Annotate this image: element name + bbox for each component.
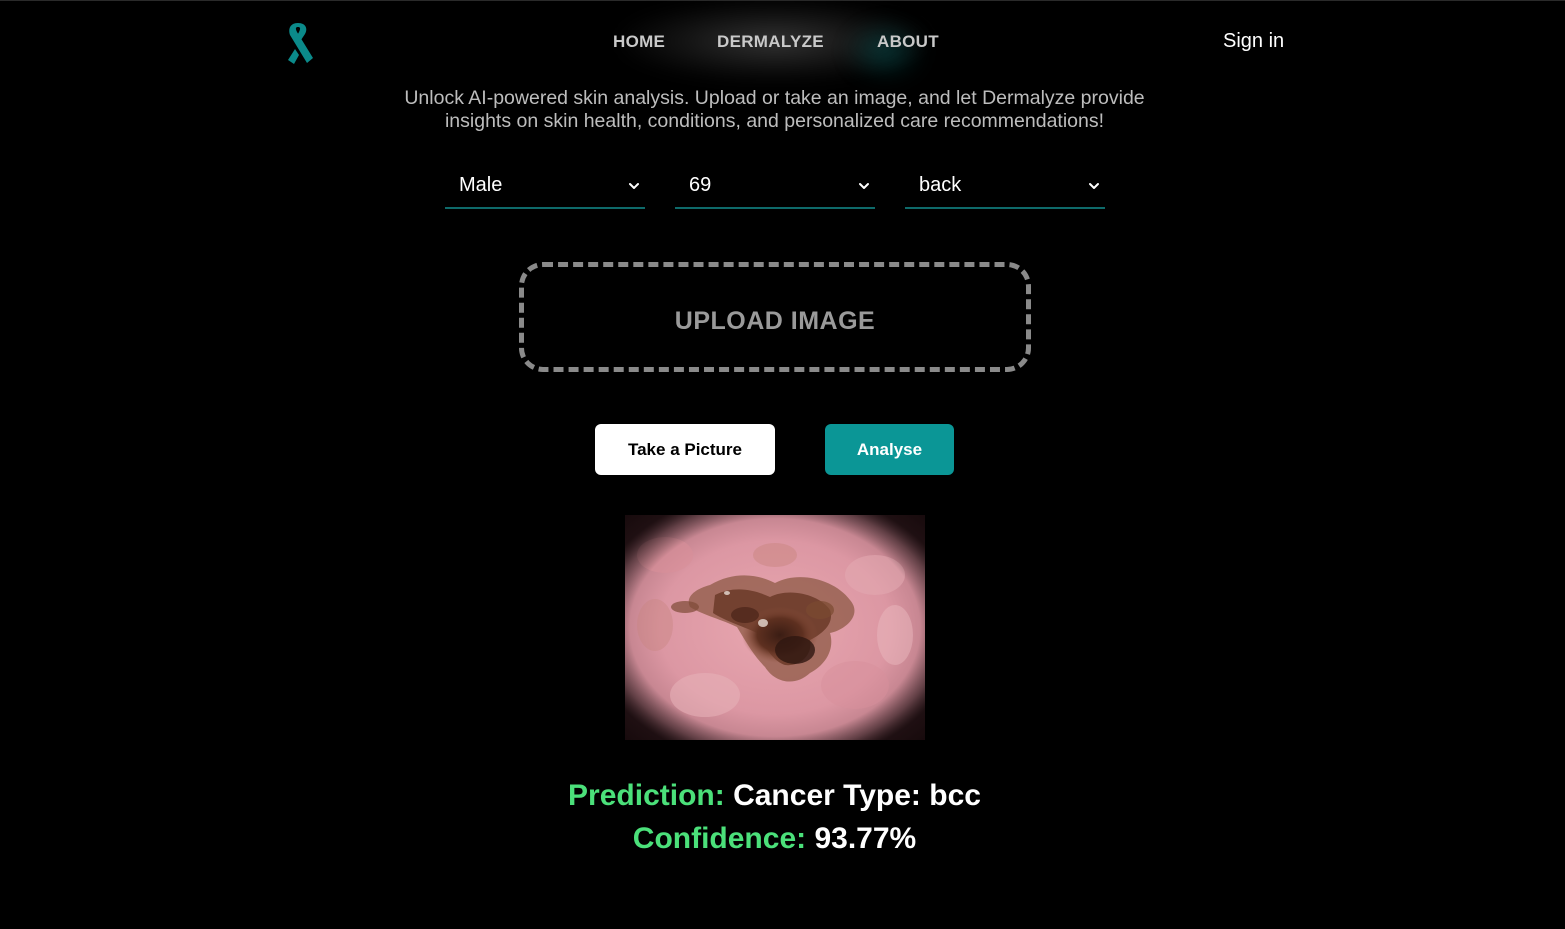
gender-select-value: Male: [459, 174, 503, 196]
lesion-image: [625, 515, 925, 740]
confidence-key: Confidence:: [632, 822, 807, 855]
intro-line-2: insights on skin health, conditions, and…: [444, 110, 1105, 132]
upload-image-label: UPLOAD IMAGE: [674, 307, 876, 335]
chevron-down-icon: [859, 183, 869, 189]
chevron-down-icon: [629, 183, 639, 189]
upload-image-dropzone[interactable]: UPLOAD IMAGE: [519, 262, 1031, 372]
awareness-ribbon-icon[interactable]: [280, 17, 316, 67]
prediction-result: Prediction: Cancer Type: bcc: [0, 779, 1549, 813]
take-picture-button[interactable]: Take a Picture: [595, 424, 775, 475]
prediction-key: Prediction:: [568, 779, 725, 812]
dermalyze-page: HOME DERMALYZE ABOUT Sign in Unlock AI-p…: [0, 0, 1565, 929]
prediction-value: Cancer Type: bcc: [733, 779, 981, 812]
nav-dermalyze[interactable]: DERMALYZE: [717, 32, 824, 52]
sign-in-link[interactable]: Sign in: [1223, 30, 1284, 53]
intro-text: Unlock AI-powered skin analysis. Upload …: [0, 87, 1549, 133]
main-nav: HOME DERMALYZE ABOUT: [590, 1, 960, 81]
location-select-value: back: [919, 174, 962, 196]
nav-home[interactable]: HOME: [613, 32, 665, 52]
age-select-value: 69: [689, 174, 712, 196]
analyse-button[interactable]: Analyse: [825, 424, 954, 475]
confidence-result: Confidence: 93.77%: [0, 822, 1549, 856]
intro-line-1: Unlock AI-powered skin analysis. Upload …: [404, 87, 1145, 109]
age-select[interactable]: 69: [675, 167, 875, 209]
gender-select[interactable]: Male: [445, 167, 645, 209]
location-select[interactable]: back: [905, 167, 1105, 209]
chevron-down-icon: [1089, 183, 1099, 189]
nav-about[interactable]: ABOUT: [877, 32, 939, 52]
confidence-value: 93.77%: [814, 822, 917, 855]
